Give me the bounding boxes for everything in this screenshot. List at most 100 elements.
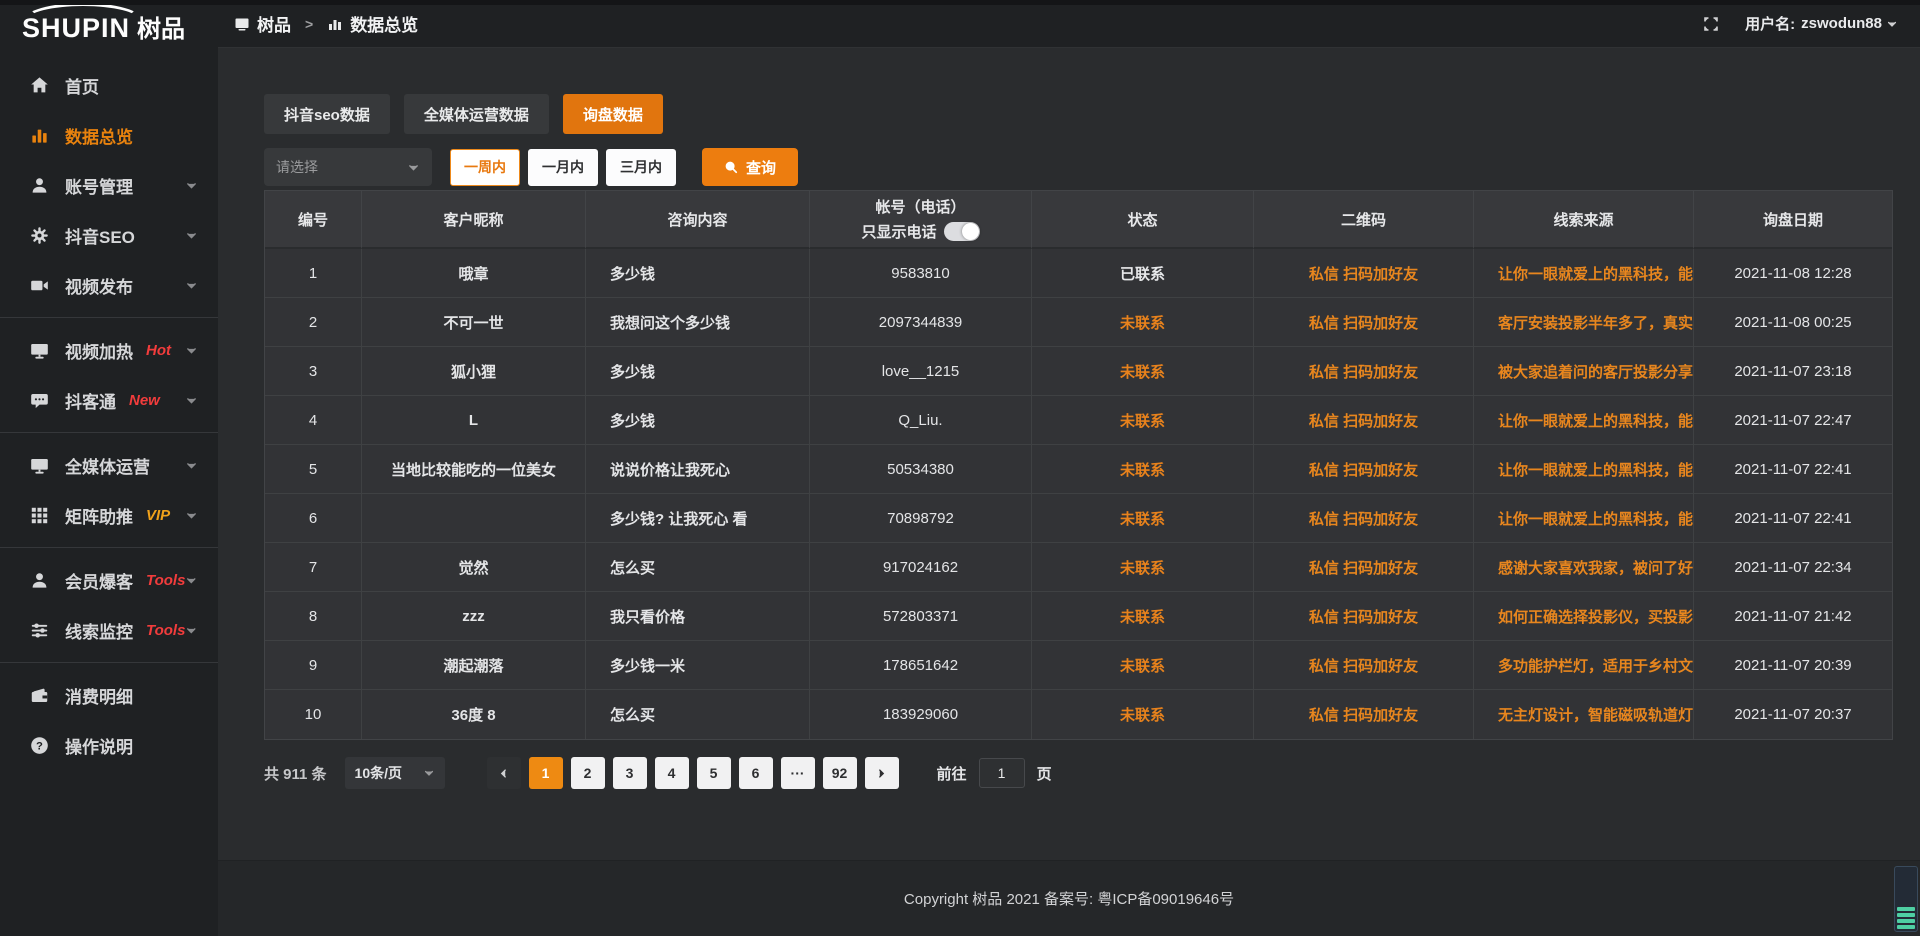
sidebar-badge: Hot: [146, 342, 171, 359]
sidebar-item-label: 抖音SEO: [65, 223, 135, 248]
table-row: 2不可一世我想问这个多少钱2097344839未联系私信 扫码加好友客厅安装投影…: [265, 298, 1892, 347]
cell-no: 7: [265, 543, 362, 592]
sidebar-item-label: 会员爆客: [65, 568, 133, 593]
cell-content: 多少钱一米: [586, 641, 810, 690]
cell-qrcode-link[interactable]: 私信 扫码加好友: [1254, 249, 1474, 298]
cell-no: 9: [265, 641, 362, 690]
sidebar: SHUPIN 树品 首页数据总览账号管理抖音SEO视频发布视频加热Hot抖客通N…: [0, 0, 218, 936]
query-button[interactable]: 查询: [702, 148, 798, 186]
page-button-3[interactable]: 3: [613, 757, 647, 789]
cell-content: 多少钱: [586, 249, 810, 298]
goto-page-input[interactable]: [979, 758, 1025, 788]
table-row: 9潮起潮落多少钱一米178651642未联系私信 扫码加好友多功能护栏灯，适用于…: [265, 641, 1892, 690]
cell-source-link[interactable]: 让你一眼就爱上的黑科技，能...: [1474, 396, 1694, 445]
cell-qrcode-link[interactable]: 私信 扫码加好友: [1254, 690, 1474, 739]
sidebar-item-home[interactable]: 首页: [0, 60, 218, 110]
cell-source-link[interactable]: 无主灯设计，智能磁吸轨道灯...: [1474, 690, 1694, 739]
cell-account: 9583810: [810, 249, 1032, 298]
cell-qrcode-link[interactable]: 私信 扫码加好友: [1254, 396, 1474, 445]
cell-qrcode-link[interactable]: 私信 扫码加好友: [1254, 494, 1474, 543]
breadcrumb-root[interactable]: 树品: [257, 11, 291, 36]
cell-date: 2021-11-07 23:18: [1694, 347, 1892, 396]
cell-source-link[interactable]: 感谢大家喜欢我家，被问了好...: [1474, 543, 1694, 592]
corner-widget[interactable]: [1894, 866, 1918, 932]
range-week-button[interactable]: 一周内: [450, 149, 520, 186]
sidebar-item-operation-guide[interactable]: ?操作说明: [0, 720, 218, 770]
page-button-···[interactable]: ···: [781, 757, 815, 789]
goto-label: 前往: [937, 763, 967, 784]
cell-source-link[interactable]: 多功能护栏灯，适用于乡村文...: [1474, 641, 1694, 690]
sidebar-item-matrix-boost[interactable]: 矩阵助推VIP: [0, 490, 218, 540]
sidebar-item-account-management[interactable]: 账号管理: [0, 160, 218, 210]
column-header-nickname: 客户昵称: [362, 191, 586, 249]
sidebar-item-video-publish[interactable]: 视频发布: [0, 260, 218, 310]
phone-only-toggle[interactable]: [944, 222, 980, 241]
chevron-down-icon: [423, 767, 435, 779]
next-page-button[interactable]: [865, 757, 899, 789]
sidebar-item-member-baoke[interactable]: 会员爆客Tools: [0, 555, 218, 605]
cell-source-link[interactable]: 被大家追着问的客厅投影分享...: [1474, 347, 1694, 396]
cell-qrcode-link[interactable]: 私信 扫码加好友: [1254, 445, 1474, 494]
tab-omnimedia-data[interactable]: 全媒体运营数据: [404, 94, 549, 134]
cell-qrcode-link[interactable]: 私信 扫码加好友: [1254, 641, 1474, 690]
cell-source-link[interactable]: 让你一眼就爱上的黑科技，能...: [1474, 494, 1694, 543]
range-month-button[interactable]: 一月内: [528, 149, 598, 186]
cell-date: 2021-11-07 20:39: [1694, 641, 1892, 690]
sidebar-divider: [0, 317, 218, 318]
username[interactable]: zswodun88: [1801, 15, 1882, 32]
sidebar-item-clue-monitor[interactable]: 线索监控Tools: [0, 605, 218, 655]
cell-date: 2021-11-07 22:47: [1694, 396, 1892, 445]
cell-no: 1: [265, 249, 362, 298]
sidebar-item-douyin-seo[interactable]: 抖音SEO: [0, 210, 218, 260]
cell-status: 未联系: [1032, 690, 1254, 739]
page-button-2[interactable]: 2: [571, 757, 605, 789]
cell-nickname: 不可一世: [362, 298, 586, 347]
chevron-left-icon: [498, 768, 509, 779]
sidebar-item-douketong[interactable]: 抖客通New: [0, 375, 218, 425]
tab-inquiry-data[interactable]: 询盘数据: [563, 94, 663, 134]
range-quarter-button[interactable]: 三月内: [606, 149, 676, 186]
page-size-select[interactable]: 10条/页: [345, 757, 445, 789]
cell-date: 2021-11-07 20:37: [1694, 690, 1892, 739]
chat-icon: [30, 391, 49, 410]
cell-nickname: zzz: [362, 592, 586, 641]
cell-date: 2021-11-07 21:42: [1694, 592, 1892, 641]
sidebar-item-label: 视频加热: [65, 338, 133, 363]
page-button-4[interactable]: 4: [655, 757, 689, 789]
fullscreen-icon[interactable]: [1703, 16, 1719, 32]
sidebar-item-data-overview[interactable]: 数据总览: [0, 110, 218, 160]
page-button-92[interactable]: 92: [823, 757, 857, 789]
page-button-5[interactable]: 5: [697, 757, 731, 789]
cell-content: 怎么买: [586, 690, 810, 739]
cell-source-link[interactable]: 客厅安装投影半年多了，真实...: [1474, 298, 1694, 347]
cell-no: 3: [265, 347, 362, 396]
cell-source-link[interactable]: 让你一眼就爱上的黑科技，能...: [1474, 445, 1694, 494]
chevron-down-icon: [185, 574, 198, 587]
cell-source-link[interactable]: 让你一眼就爱上的黑科技，能...: [1474, 249, 1694, 298]
tab-douyin-seo-data[interactable]: 抖音seo数据: [264, 94, 390, 134]
chart-icon: [30, 126, 49, 145]
cell-qrcode-link[interactable]: 私信 扫码加好友: [1254, 347, 1474, 396]
cell-status: 已联系: [1032, 249, 1254, 298]
chevron-down-icon[interactable]: [1886, 18, 1898, 30]
page-button-1[interactable]: 1: [529, 757, 563, 789]
page-button-6[interactable]: 6: [739, 757, 773, 789]
cell-no: 2: [265, 298, 362, 347]
cell-source-link[interactable]: 如何正确选择投影仪，买投影...: [1474, 592, 1694, 641]
cell-nickname: 狐小狸: [362, 347, 586, 396]
table-row: 8zzz我只看价格572803371未联系私信 扫码加好友如何正确选择投影仪，买…: [265, 592, 1892, 641]
sidebar-item-video-heating[interactable]: 视频加热 Hot: [0, 325, 218, 375]
cell-qrcode-link[interactable]: 私信 扫码加好友: [1254, 298, 1474, 347]
app-window: SHUPIN 树品 首页数据总览账号管理抖音SEO视频发布视频加热Hot抖客通N…: [0, 0, 1920, 936]
cell-qrcode-link[interactable]: 私信 扫码加好友: [1254, 592, 1474, 641]
prev-page-button[interactable]: [487, 757, 521, 789]
sidebar-item-label: 数据总览: [65, 123, 133, 148]
cell-qrcode-link[interactable]: 私信 扫码加好友: [1254, 543, 1474, 592]
column-header-source: 线索来源: [1474, 191, 1694, 249]
sidebar-item-consumption-detail[interactable]: 消费明细: [0, 670, 218, 720]
toggle-knob: [962, 223, 979, 240]
chevron-right-icon: [876, 768, 887, 779]
sidebar-item-omnimedia-operation[interactable]: 全媒体运营: [0, 440, 218, 490]
top-header: 树品 > 数据总览 用户名: zswodun88: [218, 0, 1920, 48]
account-select[interactable]: 请选择: [264, 148, 432, 186]
